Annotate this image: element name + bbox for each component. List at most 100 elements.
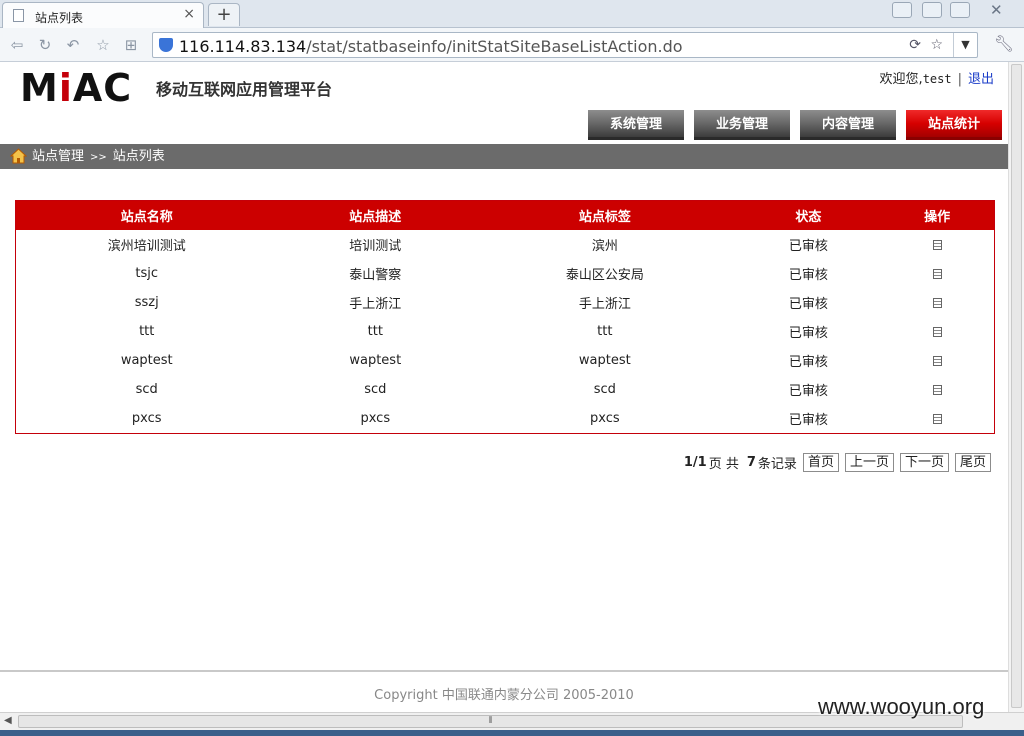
nav-business-management[interactable]: 业务管理 [694, 110, 790, 140]
os-taskbar [0, 730, 1024, 736]
cell-site-tag: pxcs [590, 411, 620, 426]
tab-title: 站点列表 [35, 11, 84, 25]
cell-action [880, 288, 994, 317]
minimize-icon[interactable] [922, 2, 942, 18]
record-unit: 条记录 [757, 456, 797, 472]
vertical-scroll-thumb[interactable] [1011, 64, 1022, 708]
nav-content-management[interactable]: 内容管理 [800, 110, 896, 140]
scroll-left-icon[interactable]: ◀ [4, 715, 12, 726]
cell-site-desc: 手上浙江 [349, 297, 402, 312]
username: test [922, 72, 952, 86]
cell-site-name: scd [135, 382, 158, 397]
first-page-button[interactable]: 首页 [802, 452, 839, 472]
browser-tabbar: 站点列表 × + ✕ [0, 0, 1024, 28]
compat-mode-icon[interactable]: ⟳ [909, 37, 921, 53]
pagination: 1/1 页 共 7 条记录 首页 上一页 下一页 尾页 [684, 452, 991, 472]
cell-action [880, 317, 994, 346]
col-action: 操作 [880, 201, 994, 230]
refresh-icon[interactable]: ↻ [36, 36, 54, 54]
cell-status: 已审核 [788, 326, 828, 341]
cell-site-name: pxcs [131, 411, 162, 426]
address-dropdown-icon[interactable]: ▼ [953, 33, 977, 57]
view-detail-icon[interactable] [932, 297, 942, 308]
cell-site-tag: 手上浙江 [578, 297, 631, 312]
view-detail-icon[interactable] [932, 384, 942, 395]
cell-action [880, 346, 994, 375]
cell-site-desc: scd [364, 382, 387, 397]
cell-status: 已审核 [788, 384, 828, 399]
browser-tab[interactable]: 站点列表 × [2, 2, 204, 28]
cell-action [880, 230, 994, 259]
apps-icon[interactable]: ⊞ [122, 36, 140, 54]
cell-status: 已审核 [788, 239, 828, 254]
breadcrumb-root[interactable]: 站点管理 [32, 149, 84, 164]
welcome-area: 欢迎您,test | 退出 [880, 68, 994, 87]
next-page-button[interactable]: 下一页 [899, 452, 949, 472]
security-shield-icon [159, 38, 173, 52]
breadcrumb-arrow: >> [90, 152, 107, 163]
cell-site-tag: ttt [597, 324, 613, 339]
cell-site-desc: pxcs [360, 411, 391, 426]
breadcrumb: 站点管理 >> 站点列表 [0, 144, 1008, 169]
tab-close-icon[interactable]: × [183, 6, 195, 22]
back-icon[interactable]: ⇦ [8, 36, 26, 54]
breadcrumb-text: 站点管理 >> 站点列表 [32, 144, 165, 170]
view-detail-icon[interactable] [932, 326, 942, 337]
table-row: ttt ttt ttt 已审核 [16, 317, 994, 346]
view-detail-icon[interactable] [932, 239, 942, 250]
maximize-icon[interactable] [950, 2, 970, 18]
undo-icon[interactable]: ↶ [64, 36, 82, 54]
table-row: scd scd scd 已审核 [16, 375, 994, 404]
new-tab-button[interactable]: + [208, 3, 240, 26]
breadcrumb-current: 站点列表 [112, 149, 165, 164]
watermark: www.wooyun.org [818, 694, 985, 719]
page-indicator: 1/1 [683, 454, 707, 470]
nav-site-statistics[interactable]: 站点统计 [906, 110, 1002, 140]
settings-wrench-icon[interactable]: 🔧︎ [994, 34, 1014, 53]
web-page: MiAC 移动互联网应用管理平台 欢迎您,test | 退出 系统管理 业务管理 内… [0, 62, 1008, 712]
view-detail-icon[interactable] [932, 355, 942, 366]
footer-divider [0, 670, 1008, 672]
bookmark-star-icon[interactable]: ☆ [930, 37, 943, 53]
home-icon [10, 148, 27, 164]
cell-site-desc: 泰山警察 [349, 268, 402, 283]
view-detail-icon[interactable] [932, 413, 942, 424]
col-site-name: 站点名称 [16, 201, 278, 230]
view-detail-icon[interactable] [932, 268, 942, 279]
favorite-icon[interactable]: ☆ [94, 36, 112, 54]
last-page-button[interactable]: 尾页 [954, 452, 991, 472]
site-name: 移动互联网应用管理平台 [156, 80, 333, 99]
table-row: pxcs pxcs pxcs 已审核 [16, 404, 994, 433]
cell-site-name: ttt [139, 324, 155, 339]
cell-action [880, 259, 994, 288]
cell-status: 已审核 [788, 413, 828, 428]
address-bar[interactable]: 116.114.83.134/stat/statbaseinfo/initSta… [152, 32, 978, 58]
cell-site-name: waptest [120, 353, 173, 368]
window-close-icon[interactable]: ✕ [990, 1, 1003, 19]
address-url[interactable]: 116.114.83.134/stat/statbaseinfo/initSta… [179, 37, 683, 56]
cell-action [880, 404, 994, 433]
table-row: tsjc 泰山警察 泰山区公安局 已审核 [16, 259, 994, 288]
miac-logo: MiAC [20, 66, 133, 110]
cell-site-name: 滨州培训测试 [107, 239, 186, 254]
cell-site-desc: waptest [349, 353, 402, 368]
cell-site-tag: 泰山区公安局 [565, 268, 644, 283]
logout-link[interactable]: 退出 [968, 72, 994, 87]
page-unit: 页 共 [708, 456, 739, 472]
table-row: waptest waptest waptest 已审核 [16, 346, 994, 375]
cell-site-desc: 培训测试 [349, 239, 402, 254]
cell-site-name: sszj [134, 295, 159, 310]
prev-page-button[interactable]: 上一页 [844, 452, 894, 472]
table-row: 滨州培训测试 培训测试 滨州 已审核 [16, 230, 994, 259]
cell-status: 已审核 [788, 297, 828, 312]
nav-system-management[interactable]: 系统管理 [588, 110, 684, 140]
skin-icon[interactable] [892, 2, 912, 18]
cell-site-desc: ttt [367, 324, 383, 339]
page-icon [13, 9, 24, 22]
record-count: 7 [746, 454, 756, 470]
welcome-text: 欢迎您, [879, 72, 923, 87]
vertical-scrollbar[interactable] [1008, 62, 1024, 712]
cell-site-name: tsjc [135, 266, 159, 281]
col-site-tag: 站点标签 [473, 201, 737, 230]
cell-site-tag: waptest [578, 353, 631, 368]
